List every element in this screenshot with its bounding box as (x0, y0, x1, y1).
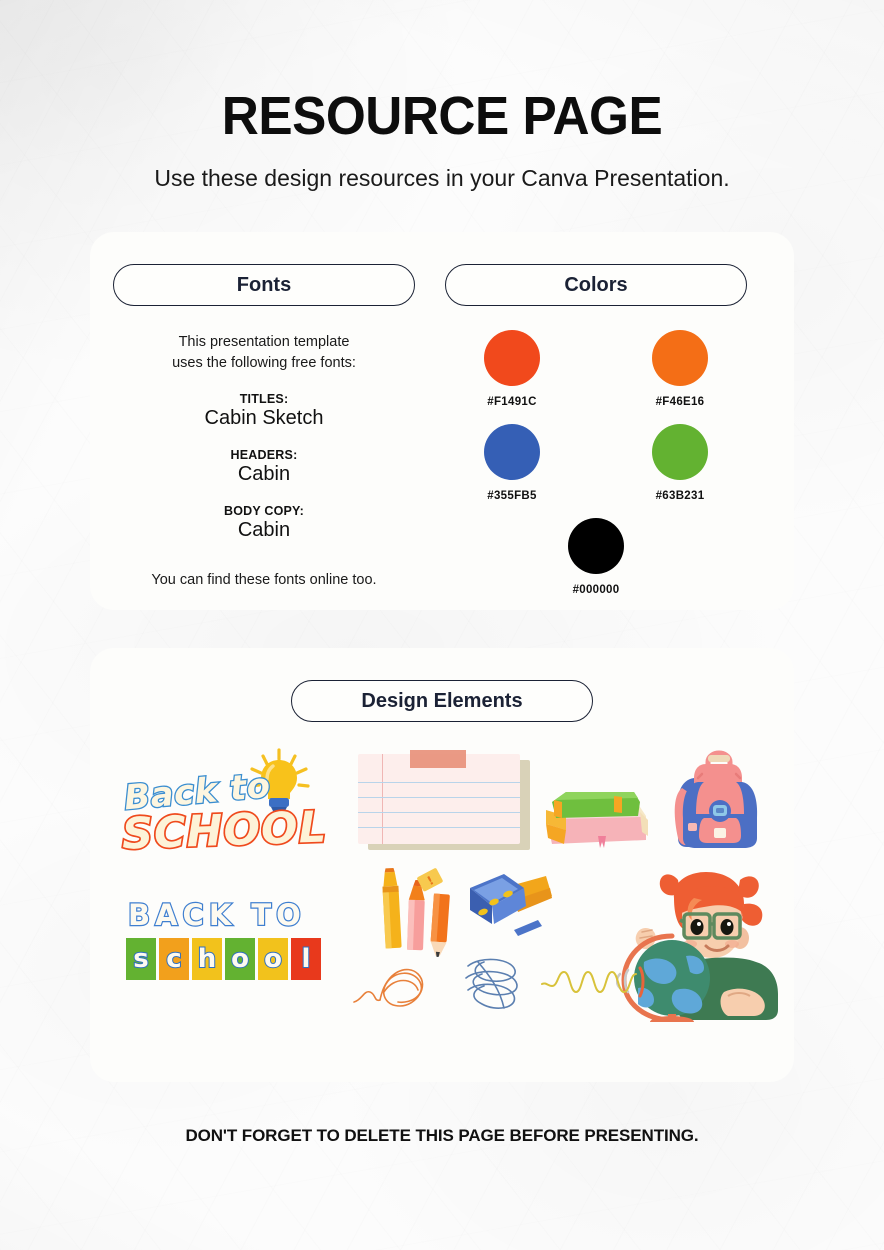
color-dot-4 (652, 424, 708, 480)
yellow-wave-doodle[interactable] (540, 964, 650, 1004)
backpack-sticker[interactable] (668, 744, 772, 854)
design-elements-stage: Back to SCHOOL BACK TO s c h o o l ! (90, 738, 794, 1078)
sticker-line-school: SCHOOL (119, 801, 329, 862)
design-elements-heading-wrap: Design Elements (90, 680, 794, 722)
design-elements-heading-label: Design Elements (361, 689, 523, 712)
blue-spiral-doodle[interactable] (456, 954, 530, 1016)
letter-tile-s: s (126, 938, 156, 980)
letter-tile-c: c (159, 938, 189, 980)
color-swatch-grid: #F1491C #F46E16 #355FB5 #63B231 #000000 (445, 330, 747, 596)
color-dot-1 (484, 330, 540, 386)
colors-section: Colors #F1491C #F46E16 #355FB5 #63B231 #… (445, 264, 747, 596)
notebook-rule (358, 797, 520, 799)
font-name-headers: Cabin (237, 463, 291, 486)
notebook-paper-sticker[interactable] (358, 750, 530, 850)
color-hex-5: #000000 (572, 584, 620, 596)
fonts-intro-line-2: uses the following free fonts: (172, 355, 356, 372)
sticker-letter-tiles: s c h o o l (126, 938, 321, 980)
blue-book-case-sticker[interactable] (464, 870, 556, 946)
notebook-rule (358, 827, 520, 829)
page-subtitle: Use these design resources in your Canva… (154, 164, 730, 191)
notebook-rule (358, 782, 520, 784)
orange-loop-doodle[interactable] (352, 960, 436, 1012)
notebook-tape (410, 750, 466, 768)
design-elements-card: Design Elements Back to SCHOOL BACK TO s… (90, 648, 794, 1082)
color-swatch-5: #000000 (540, 518, 652, 596)
colors-heading-pill: Colors (445, 264, 747, 306)
color-hex-2: #F46E16 (655, 396, 705, 408)
notebook-margin-line (382, 754, 384, 844)
sticker-line-back-to-upper: BACK TO (127, 897, 306, 933)
fonts-heading-label: Fonts (236, 273, 292, 296)
color-hex-4: #63B231 (655, 490, 705, 502)
colors-heading-label: Colors (564, 273, 628, 296)
delete-page-reminder: DON'T FORGET TO DELETE THIS PAGE BEFORE … (185, 1126, 699, 1145)
letter-tile-o1: o (225, 938, 255, 980)
fonts-intro-line-1: This presentation template (178, 334, 350, 350)
color-dot-5 (568, 518, 624, 574)
fonts-heading-pill: Fonts (113, 264, 415, 306)
color-dot-3 (484, 424, 540, 480)
fonts-section: Fonts This presentation template uses th… (113, 264, 415, 588)
color-swatch-4: #63B231 (624, 424, 736, 502)
font-role-body-copy: BODY COPY: (223, 504, 305, 519)
font-entry-titles: TITLES: Cabin Sketch (113, 392, 415, 430)
color-dot-2 (652, 330, 708, 386)
font-name-titles: Cabin Sketch (204, 407, 324, 430)
font-entry-headers: HEADERS: Cabin (113, 448, 415, 486)
font-entry-body-copy: BODY COPY: Cabin (113, 504, 415, 542)
color-hex-1: #F1491C (487, 396, 537, 408)
fonts-outro: You can find these fonts online too. (151, 572, 377, 589)
font-name-body-copy: Cabin (237, 519, 291, 542)
color-swatch-1: #F1491C (456, 330, 568, 408)
book-stack-sticker[interactable] (542, 786, 652, 852)
resource-page: RESOURCE PAGE Use these design resources… (0, 0, 884, 1250)
font-role-titles: TITLES: (239, 392, 289, 407)
pencils-sticker[interactable]: ! (376, 866, 456, 958)
letter-tile-o2: o (258, 938, 288, 980)
notebook-rule (358, 812, 520, 814)
letter-tile-h: h (192, 938, 222, 980)
letter-tile-l: l (291, 938, 321, 980)
design-elements-heading-pill: Design Elements (291, 680, 593, 722)
fonts-intro: This presentation template uses the foll… (113, 332, 415, 374)
page-title: RESOURCE PAGE (221, 86, 663, 146)
back-to-school-tiles-sticker[interactable]: BACK TO s c h o o l (124, 897, 324, 1008)
color-swatch-3: #355FB5 (456, 424, 568, 502)
color-hex-3: #355FB5 (487, 490, 537, 502)
fonts-and-colors-card: Fonts This presentation template uses th… (90, 232, 794, 610)
color-swatch-2: #F46E16 (624, 330, 736, 408)
font-role-headers: HEADERS: (230, 448, 298, 463)
back-to-school-bulb-sticker[interactable]: Back to SCHOOL (119, 748, 330, 862)
